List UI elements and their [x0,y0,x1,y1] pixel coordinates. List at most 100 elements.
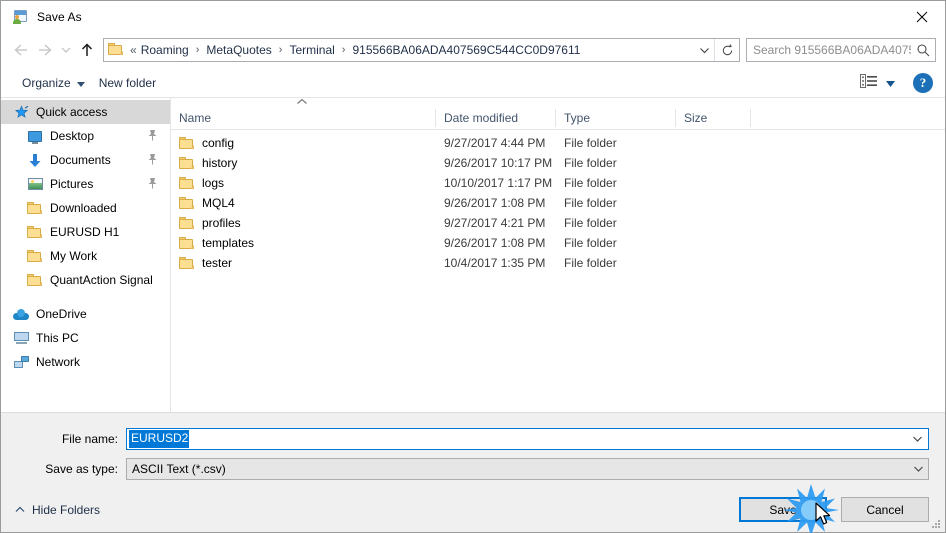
sort-ascending-icon [171,98,945,106]
new-folder-button[interactable]: New folder [92,72,163,94]
save-as-type-value: ASCII Text (*.csv) [132,462,226,476]
forward-button[interactable] [33,38,57,62]
button-bar: Hide Folders Save Cancel [1,487,945,532]
sidebar-item-label: Desktop [50,129,95,143]
new-folder-label: New folder [98,75,157,90]
save-as-type-select[interactable]: ASCII Text (*.csv) [126,458,929,480]
file-name-input[interactable]: EURUSD2 [126,428,929,450]
recent-locations-button[interactable] [57,38,75,62]
column-header-date-modified[interactable]: Date modified [436,108,556,127]
resize-grip-icon[interactable] [930,518,942,530]
table-row[interactable]: templates 9/26/2017 1:08 PM File folder [171,233,945,253]
save-as-type-dropdown-button[interactable] [910,459,927,479]
save-button[interactable]: Save [739,497,827,522]
refresh-button[interactable] [714,39,739,61]
close-button[interactable] [899,1,945,32]
file-name-dropdown-button[interactable] [909,429,926,449]
folder-icon [179,135,195,151]
table-row[interactable]: tester 10/4/2017 1:35 PM File folder [171,253,945,273]
save-as-dialog: Save As « Roaming › MetaQuotes › Termina… [0,0,946,533]
sidebar-item-desktop[interactable]: Desktop [1,124,170,148]
pin-icon [147,153,158,168]
navigation-pane: Quick access Desktop Documents Pictures … [1,98,171,412]
column-headers: Name Date modified Type Size [171,106,945,130]
hide-folders-label: Hide Folders [32,502,101,517]
view-options-button[interactable] [856,72,899,94]
sidebar-item-network[interactable]: Network [1,350,170,374]
hide-folders-button[interactable]: Hide Folders [15,503,100,517]
column-header-name[interactable]: Name [171,108,436,127]
file-name-label: File name: [61,432,118,446]
sidebar-item-label: Network [36,355,81,369]
back-button[interactable] [9,38,33,62]
file-name: history [202,156,238,170]
sidebar-item-label: This PC [36,331,79,345]
table-row[interactable]: profiles 9/27/2017 4:21 PM File folder [171,213,945,233]
sidebar-item-my-work[interactable]: My Work [1,244,170,268]
file-type: File folder [564,236,617,250]
sidebar-item-onedrive[interactable]: OneDrive [1,302,170,326]
address-dropdown-button[interactable] [695,39,714,61]
file-type: File folder [564,256,617,270]
breadcrumb-item-roaming[interactable]: Roaming [139,41,191,59]
folder-icon [27,200,43,216]
breadcrumb-separator[interactable]: › [337,44,351,56]
dialog-footer: File name: EURUSD2 Save as type: ASCII T… [1,412,945,532]
refresh-icon [722,43,732,55]
sidebar-item-label: Pictures [50,177,94,191]
folder-icon [179,235,195,251]
column-header-type[interactable]: Type [556,108,676,127]
arrow-up-icon [81,43,93,56]
documents-icon [27,152,43,168]
table-row[interactable]: MQL4 9/26/2017 1:08 PM File folder [171,193,945,213]
sidebar-item-this-pc[interactable]: This PC [1,326,170,350]
address-bar[interactable]: « Roaming › MetaQuotes › Terminal › 9155… [103,38,740,62]
column-header-size[interactable]: Size [676,108,751,127]
sidebar-item-label: EURUSD H1 [50,225,120,239]
column-header-label: Date modified [444,110,519,125]
sidebar-item-documents[interactable]: Documents [1,148,170,172]
breadcrumb-item-guid[interactable]: 915566BA06ADA407569C544CC0D97611 [350,41,582,59]
sidebar-item-eurusd-h1[interactable]: EURUSD H1 [1,220,170,244]
command-bar: Organize New folder ? [1,68,945,98]
file-name-cell: history [171,155,436,171]
file-type: File folder [564,156,617,170]
up-button[interactable] [75,38,99,62]
cancel-button[interactable]: Cancel [841,497,929,522]
sidebar-item-pictures[interactable]: Pictures [1,172,170,196]
chevron-up-icon [15,506,25,513]
help-label: ? [919,74,927,90]
file-name: MQL4 [202,196,235,210]
file-name-cell: templates [171,235,436,251]
file-name: profiles [202,216,241,230]
sidebar-item-label: Documents [50,153,111,167]
file-date: 9/27/2017 4:21 PM [444,216,546,230]
file-date: 10/10/2017 1:17 PM [444,176,553,190]
help-button[interactable]: ? [913,72,933,93]
breadcrumb-item-metaquotes[interactable]: MetaQuotes [204,41,273,59]
folder-icon [179,175,195,191]
search-input[interactable]: Search 915566BA06ADA40756... [747,43,911,57]
sidebar-item-downloaded[interactable]: Downloaded [1,196,170,220]
search-box[interactable]: Search 915566BA06ADA40756... [746,38,936,62]
arrow-left-icon [14,44,27,56]
table-row[interactable]: logs 10/10/2017 1:17 PM File folder [171,173,945,193]
organize-button[interactable]: Organize [15,72,92,94]
sidebar-item-label: Downloaded [50,201,117,215]
breadcrumb-item-terminal[interactable]: Terminal [287,41,336,59]
file-list[interactable]: config 9/27/2017 4:44 PM File folder his… [171,130,945,412]
folder-icon [179,255,195,271]
table-row[interactable]: config 9/27/2017 4:44 PM File folder [171,133,945,153]
network-icon [13,354,29,370]
save-as-type-row: Save as type: ASCII Text (*.csv) [1,457,945,481]
sidebar-item-label: My Work [50,249,98,263]
breadcrumb-separator[interactable]: › [274,44,288,56]
sidebar-item-quick-access[interactable]: Quick access [1,100,170,124]
breadcrumb-overflow[interactable]: « [126,43,139,57]
table-row[interactable]: history 9/26/2017 10:17 PM File folder [171,153,945,173]
folder-icon [27,272,43,288]
sidebar-item-label: OneDrive [36,307,87,321]
breadcrumb-separator[interactable]: › [191,44,205,56]
sidebar-item-quantaction-signal[interactable]: QuantAction Signal [1,268,170,292]
file-name-cell: config [171,135,436,151]
